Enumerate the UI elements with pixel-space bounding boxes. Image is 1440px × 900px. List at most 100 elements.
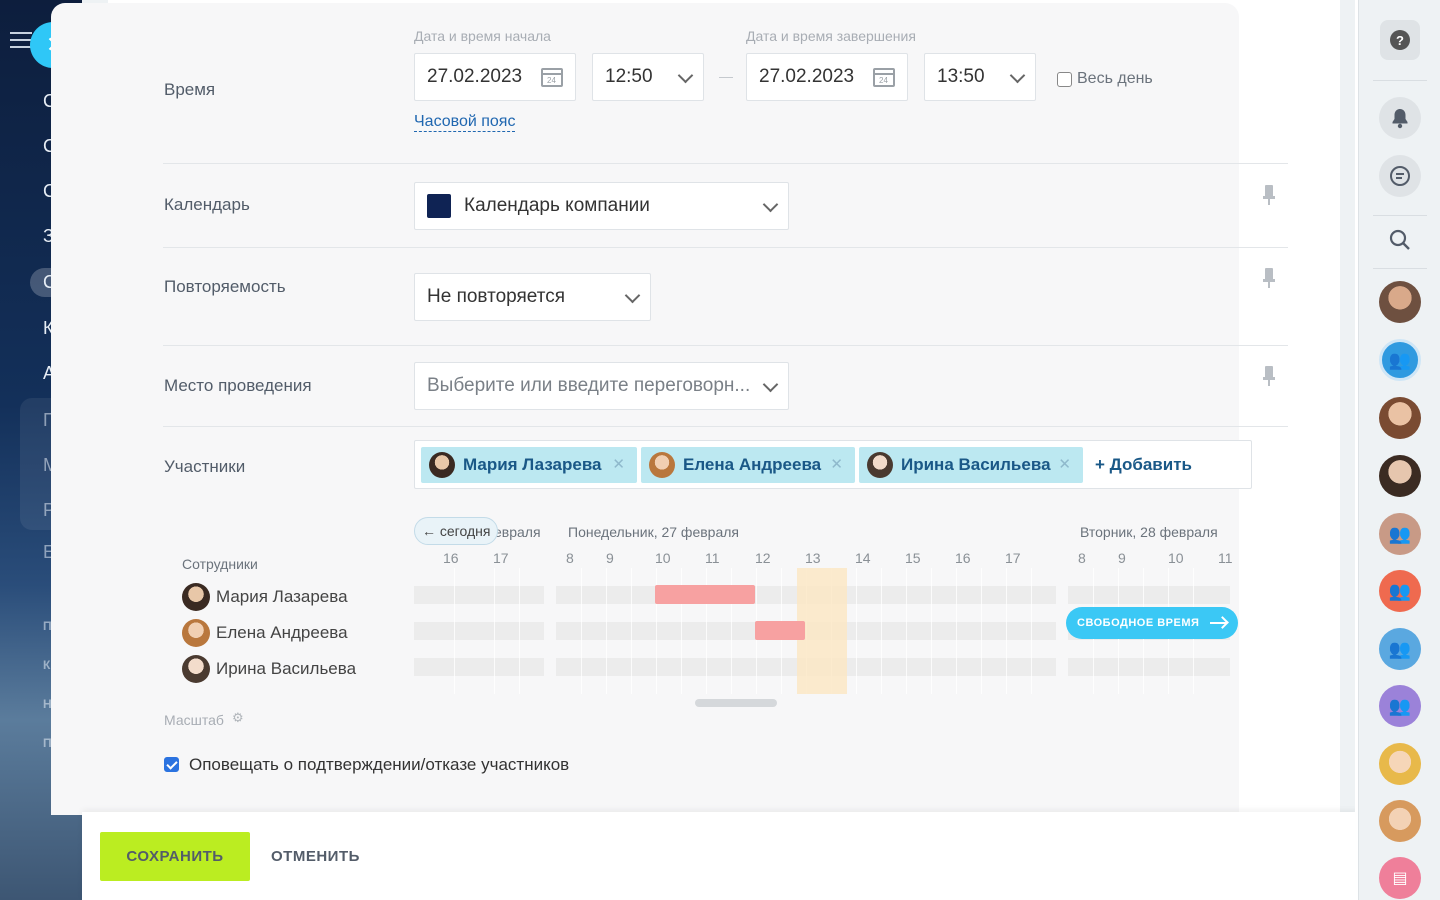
gear-icon[interactable]: ⚙ [232, 710, 244, 726]
divider [1373, 268, 1427, 269]
start-date-value: 27.02.2023 [427, 66, 523, 87]
calendar-label: Календарь [164, 195, 250, 214]
group-avatar[interactable]: 👥 [1379, 685, 1421, 727]
right-panel: ? 👥 👥 👥 👥 👥 ▤ [1358, 0, 1440, 900]
group-chat-button[interactable]: 👥 [1379, 339, 1421, 381]
help-button[interactable]: ? [1380, 20, 1420, 60]
avatar [429, 452, 455, 478]
contact-avatar[interactable] [1379, 455, 1421, 497]
hour-label: 14 [855, 550, 871, 566]
participants-label: Участники [164, 457, 246, 476]
calendar-value: Календарь компании [464, 195, 650, 216]
participants-box[interactable]: Мария Лазарева ✕ Елена Андреева ✕ Ирина … [414, 440, 1252, 489]
timezone-link[interactable]: Часовой пояс [414, 113, 516, 132]
today-button[interactable]: ← сегодня [414, 517, 499, 545]
pin-icon[interactable] [1263, 185, 1275, 205]
avatar [182, 655, 210, 683]
chat-icon [1390, 166, 1410, 186]
pin-icon[interactable] [1263, 366, 1275, 386]
start-time-select[interactable]: 12:50 [592, 53, 704, 101]
all-day-checkbox[interactable] [1057, 72, 1072, 87]
location-input[interactable]: Выберите или введите переговорн... [414, 362, 789, 410]
end-time-value: 13:50 [937, 66, 985, 87]
remove-icon[interactable]: ✕ [830, 455, 843, 473]
hour-label: 9 [606, 550, 614, 566]
end-time-select[interactable]: 13:50 [924, 53, 1036, 101]
calendar-icon[interactable]: 24 [541, 68, 563, 87]
participant-name: Мария Лазарева [463, 455, 602, 474]
menu-icon[interactable] [10, 32, 32, 48]
contact-avatar[interactable] [1379, 800, 1421, 842]
chevron-down-icon [762, 376, 779, 393]
arrow-right-icon [1210, 622, 1226, 624]
start-date-field[interactable]: 27.02.2023 24 [414, 53, 576, 101]
hour-label: 9 [1118, 550, 1126, 566]
hour-label: 16 [955, 550, 971, 566]
group-avatar[interactable]: 👥 [1379, 628, 1421, 670]
group-avatar[interactable]: 👥 [1379, 513, 1421, 555]
group-icon: 👥 [1388, 349, 1412, 370]
cancel-button[interactable]: ОТМЕНИТЬ [271, 848, 360, 865]
notifications-button[interactable] [1379, 97, 1421, 139]
notify-checkbox[interactable] [164, 757, 179, 772]
location-label: Место проведения [164, 376, 312, 395]
range-dash [719, 77, 733, 78]
question-icon: ? [1390, 30, 1410, 50]
repeat-select[interactable]: Не повторяется [414, 273, 651, 321]
repeat-label: Повторяемость [164, 277, 286, 296]
remove-icon[interactable]: ✕ [1058, 455, 1071, 473]
chat-button[interactable] [1379, 155, 1421, 197]
busy-slot [655, 585, 755, 604]
calendar-color-swatch [427, 194, 451, 218]
avatar [182, 583, 210, 611]
end-date-field[interactable]: 27.02.2023 24 [746, 53, 908, 101]
repeat-value: Не повторяется [427, 286, 566, 307]
divider [163, 163, 1288, 164]
remove-icon[interactable]: ✕ [612, 455, 625, 473]
hour-label: 10 [1168, 550, 1184, 566]
end-label: Дата и время завершения [746, 28, 916, 44]
card-icon: ▤ [1392, 870, 1408, 887]
start-time-value: 12:50 [605, 66, 653, 87]
group-icon: 👥 [1388, 695, 1412, 716]
hour-label: 17 [493, 550, 509, 566]
busy-slot [755, 621, 805, 640]
hour-label: 11 [1218, 550, 1233, 566]
day2-label: Вторник, 28 февраля [1080, 524, 1218, 540]
avatar [649, 452, 675, 478]
contact-avatar[interactable] [1379, 281, 1421, 323]
employees-label: Сотрудники [182, 556, 258, 572]
add-participant-link[interactable]: + Добавить [1095, 455, 1192, 475]
chevron-down-icon [624, 287, 641, 304]
notify-label[interactable]: Оповещать о подтверждении/отказе участни… [189, 755, 569, 775]
end-date-value: 27.02.2023 [759, 66, 855, 87]
all-day-label[interactable]: Весь день [1077, 70, 1153, 88]
chevron-down-icon [677, 67, 694, 84]
contact-avatar[interactable] [1379, 743, 1421, 785]
scale-label: Масштаб [164, 712, 224, 728]
employee-row: Ирина Васильева [182, 655, 356, 683]
divider [1373, 215, 1427, 216]
participant-chip[interactable]: Ирина Васильева ✕ [859, 447, 1083, 483]
hour-label: 16 [443, 550, 459, 566]
save-button[interactable]: СОХРАНИТЬ [100, 832, 250, 881]
participant-chip[interactable]: Мария Лазарева ✕ [421, 447, 637, 483]
divider [1373, 80, 1427, 81]
contact-avatar[interactable]: ▤ [1379, 857, 1421, 899]
timeline-scrollbar[interactable] [695, 699, 777, 707]
calendar-select[interactable]: Календарь компании [414, 182, 789, 230]
calendar-icon[interactable]: 24 [873, 68, 895, 87]
search-icon [1389, 229, 1410, 250]
search-button[interactable] [1379, 219, 1421, 261]
employee-row: Мария Лазарева [182, 583, 348, 611]
group-avatar[interactable]: 👥 [1379, 570, 1421, 612]
time-label: Время [164, 80, 216, 99]
divider [163, 247, 1288, 248]
contact-avatar[interactable] [1379, 397, 1421, 439]
divider [163, 426, 1288, 427]
hour-label: 8 [566, 550, 574, 566]
participant-chip[interactable]: Елена Андреева ✕ [641, 447, 855, 483]
pin-icon[interactable] [1263, 268, 1275, 288]
free-time-button[interactable]: СВОБОДНОЕ ВРЕМЯ [1066, 607, 1238, 639]
timeline-grid-prev[interactable] [414, 568, 544, 694]
